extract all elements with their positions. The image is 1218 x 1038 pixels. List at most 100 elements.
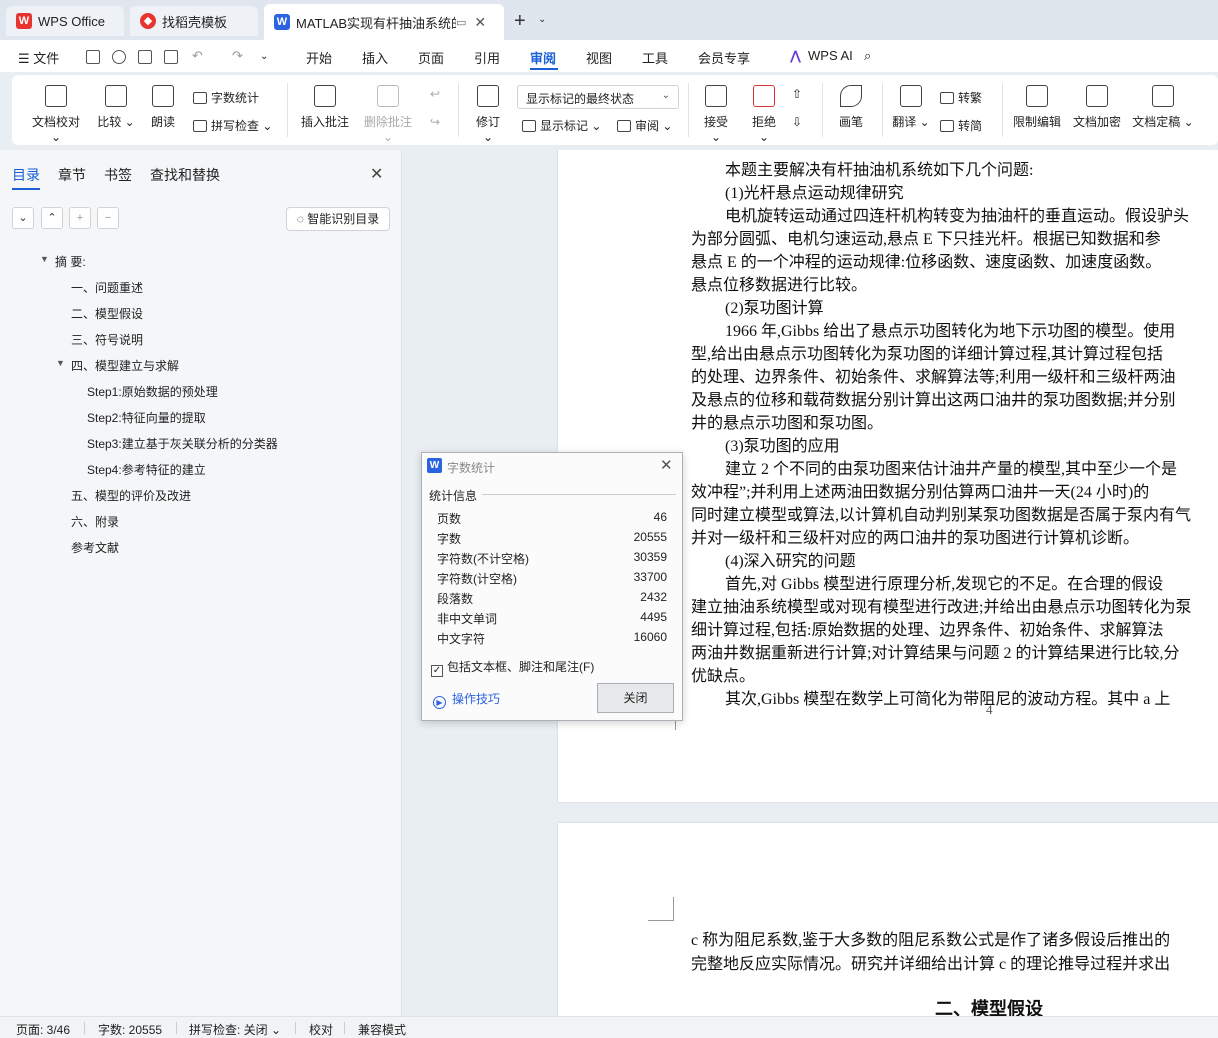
- status-spell-label: 拼写检查: 关闭: [189, 1023, 268, 1037]
- word-count-button[interactable]: 字数统计: [193, 89, 259, 106]
- to-traditional-label: 转繁: [958, 91, 983, 105]
- stat-label: 字符数(不计空格): [437, 552, 529, 566]
- markup-select[interactable]: 显示标记的最终状态 ⌄: [517, 85, 679, 109]
- divider: [287, 83, 288, 137]
- save-icon[interactable]: [86, 50, 100, 64]
- close-tab-icon[interactable]: ✕: [474, 14, 486, 31]
- toc-item[interactable]: 一、问题重述: [71, 279, 143, 296]
- tab-wps-office[interactable]: W WPS Office: [6, 6, 124, 36]
- tab-label: WPS Office: [38, 13, 105, 29]
- read-aloud-icon: [152, 85, 174, 107]
- nav-tab-toc[interactable]: 目录: [12, 165, 40, 185]
- menu-tools[interactable]: 工具: [642, 48, 668, 67]
- next-comment-icon[interactable]: ↪: [430, 115, 440, 129]
- next-change-icon[interactable]: ⇩: [792, 115, 802, 129]
- encrypt-button[interactable]: 文档加密: [1072, 85, 1122, 130]
- stat-value: 4495: [640, 610, 667, 624]
- show-markup-button[interactable]: 显示标记 ⌄: [522, 117, 601, 134]
- include-footnotes-checkbox[interactable]: ✓ 包括文本框、脚注和尾注(F): [431, 658, 594, 677]
- checkbox-checked-icon[interactable]: ✓: [431, 665, 443, 677]
- dialog-title: 字数统计: [447, 461, 496, 475]
- close-icon[interactable]: ✕: [660, 456, 673, 474]
- reject-button[interactable]: 拒绝 ⌄: [746, 85, 782, 144]
- new-tab-icon[interactable]: +: [514, 10, 526, 33]
- text-line: 同时建立模型或算法,以计算机自动判别某泵功图数据是否属于泵内有气: [691, 507, 1192, 524]
- smart-toc-button[interactable]: ◌ 智能识别目录: [286, 207, 390, 231]
- page-number: 4: [986, 702, 993, 717]
- menu-reference[interactable]: 引用: [474, 48, 500, 67]
- delete-comment-button[interactable]: 删除批注 ⌄: [360, 85, 416, 144]
- menu-insert[interactable]: 插入: [362, 48, 388, 67]
- menu-file[interactable]: ☰ 文件: [18, 48, 59, 67]
- print-preview-icon[interactable]: [164, 50, 178, 64]
- dialog-title-bar[interactable]: W 字数统计 ✕: [422, 453, 682, 479]
- status-spell[interactable]: 拼写检查: 关闭 ⌄: [189, 1021, 281, 1038]
- toc-item[interactable]: Step2:特征向量的提取: [87, 409, 206, 426]
- prev-change-icon[interactable]: ⇧: [792, 87, 802, 101]
- status-proof[interactable]: 校对: [309, 1021, 333, 1038]
- insert-comment-button[interactable]: 插入批注: [300, 85, 350, 130]
- pen-button[interactable]: 画笔: [834, 85, 868, 130]
- translate-button[interactable]: 翻译 ⌄: [892, 85, 930, 130]
- text-line: 悬点位移数据进行比较。: [691, 277, 868, 294]
- nav-tab-find-replace[interactable]: 查找和替换: [150, 165, 220, 185]
- redo-icon[interactable]: ↷: [232, 48, 243, 64]
- close-button[interactable]: 关闭: [597, 683, 674, 713]
- remove-level-button[interactable]: −: [97, 207, 119, 229]
- status-words[interactable]: 字数: 20555: [98, 1021, 162, 1038]
- toc-item[interactable]: 参考文献: [71, 539, 119, 556]
- toc-item[interactable]: ▼ 摘 要:: [40, 253, 86, 270]
- menu-member[interactable]: 会员专享: [698, 48, 750, 67]
- nav-tab-bookmark[interactable]: 书签: [104, 165, 132, 185]
- collapse-up-button[interactable]: ⌃: [41, 207, 63, 229]
- nav-tab-chapter[interactable]: 章节: [58, 165, 86, 185]
- search-icon[interactable]: ⌕: [864, 48, 871, 64]
- toc-item[interactable]: Step3:建立基于灰关联分析的分类器: [87, 435, 278, 452]
- toc-item[interactable]: 六、附录: [71, 513, 119, 530]
- toc-item[interactable]: 三、符号说明: [71, 331, 143, 348]
- toc-item[interactable]: Step4:参考特征的建立: [87, 461, 206, 478]
- status-page[interactable]: 页面: 3/46: [16, 1021, 70, 1038]
- undo-icon[interactable]: ↶: [192, 48, 203, 64]
- toc-item[interactable]: 二、模型假设: [71, 305, 143, 322]
- encrypt-label: 文档加密: [1072, 115, 1121, 129]
- menu-review[interactable]: 审阅: [530, 48, 556, 67]
- reject-label: 拒绝: [751, 115, 776, 129]
- expanded-arrow-icon[interactable]: ▼: [56, 358, 65, 368]
- menu-view[interactable]: 视图: [586, 48, 612, 67]
- encrypt-icon: [1086, 85, 1108, 107]
- menu-page[interactable]: 页面: [418, 48, 444, 67]
- read-aloud-button[interactable]: 朗读: [146, 85, 180, 130]
- finalize-button[interactable]: 文档定稿 ⌄: [1132, 85, 1194, 130]
- toc-item[interactable]: ▼ 四、模型建立与求解: [56, 357, 179, 374]
- toc-item[interactable]: 五、模型的评价及改进: [71, 487, 191, 504]
- tab-template[interactable]: ◆ 找稻壳模板: [130, 6, 258, 36]
- close-panel-icon[interactable]: ✕: [370, 164, 383, 184]
- revise-button[interactable]: 修订 ⌄: [470, 85, 506, 144]
- spell-check-button[interactable]: 拼写检查 ⌄: [193, 117, 272, 134]
- compare-button[interactable]: 比较 ⌄: [96, 85, 136, 130]
- restrict-edit-button[interactable]: 限制编辑: [1012, 85, 1062, 130]
- menu-start[interactable]: 开始: [306, 48, 332, 67]
- chevron-down-icon[interactable]: ⌄: [260, 51, 268, 62]
- document-page[interactable]: c 称为阻尼系数,鉴于大多数的阻尼系数公式是作了诸多假设后推出的 完整地反应实际情…: [558, 823, 1218, 1016]
- tips-label: 操作技巧: [452, 692, 501, 706]
- doc-check-button[interactable]: 文档校对 ⌄: [26, 85, 86, 144]
- review-pane-button[interactable]: 审阅 ⌄: [617, 117, 672, 134]
- text-line: 首先,对 Gibbs 模型进行原理分析,发现它的不足。在合理的假设: [725, 576, 1164, 593]
- toc-item[interactable]: Step1:原始数据的预处理: [87, 383, 218, 400]
- stat-label: 中文字符: [437, 632, 486, 646]
- tips-link[interactable]: ▶ 操作技巧: [433, 690, 500, 709]
- add-level-button[interactable]: +: [69, 207, 91, 229]
- to-traditional-button[interactable]: 转繁: [940, 89, 982, 106]
- export-icon[interactable]: [112, 50, 126, 64]
- menu-wps-ai[interactable]: WPS AI: [808, 48, 853, 63]
- to-simplified-button[interactable]: 转简: [940, 117, 982, 134]
- expanded-arrow-icon[interactable]: ▼: [40, 254, 49, 264]
- chevron-down-icon[interactable]: ⌄: [538, 14, 546, 25]
- prev-comment-icon[interactable]: ↩: [430, 87, 440, 101]
- tab-document[interactable]: W MATLAB实现有杆抽油系统的 ▭ ✕: [264, 4, 504, 40]
- print-icon[interactable]: [138, 50, 152, 64]
- accept-button[interactable]: 接受 ⌄: [698, 85, 734, 144]
- expand-down-button[interactable]: ⌄: [12, 207, 34, 229]
